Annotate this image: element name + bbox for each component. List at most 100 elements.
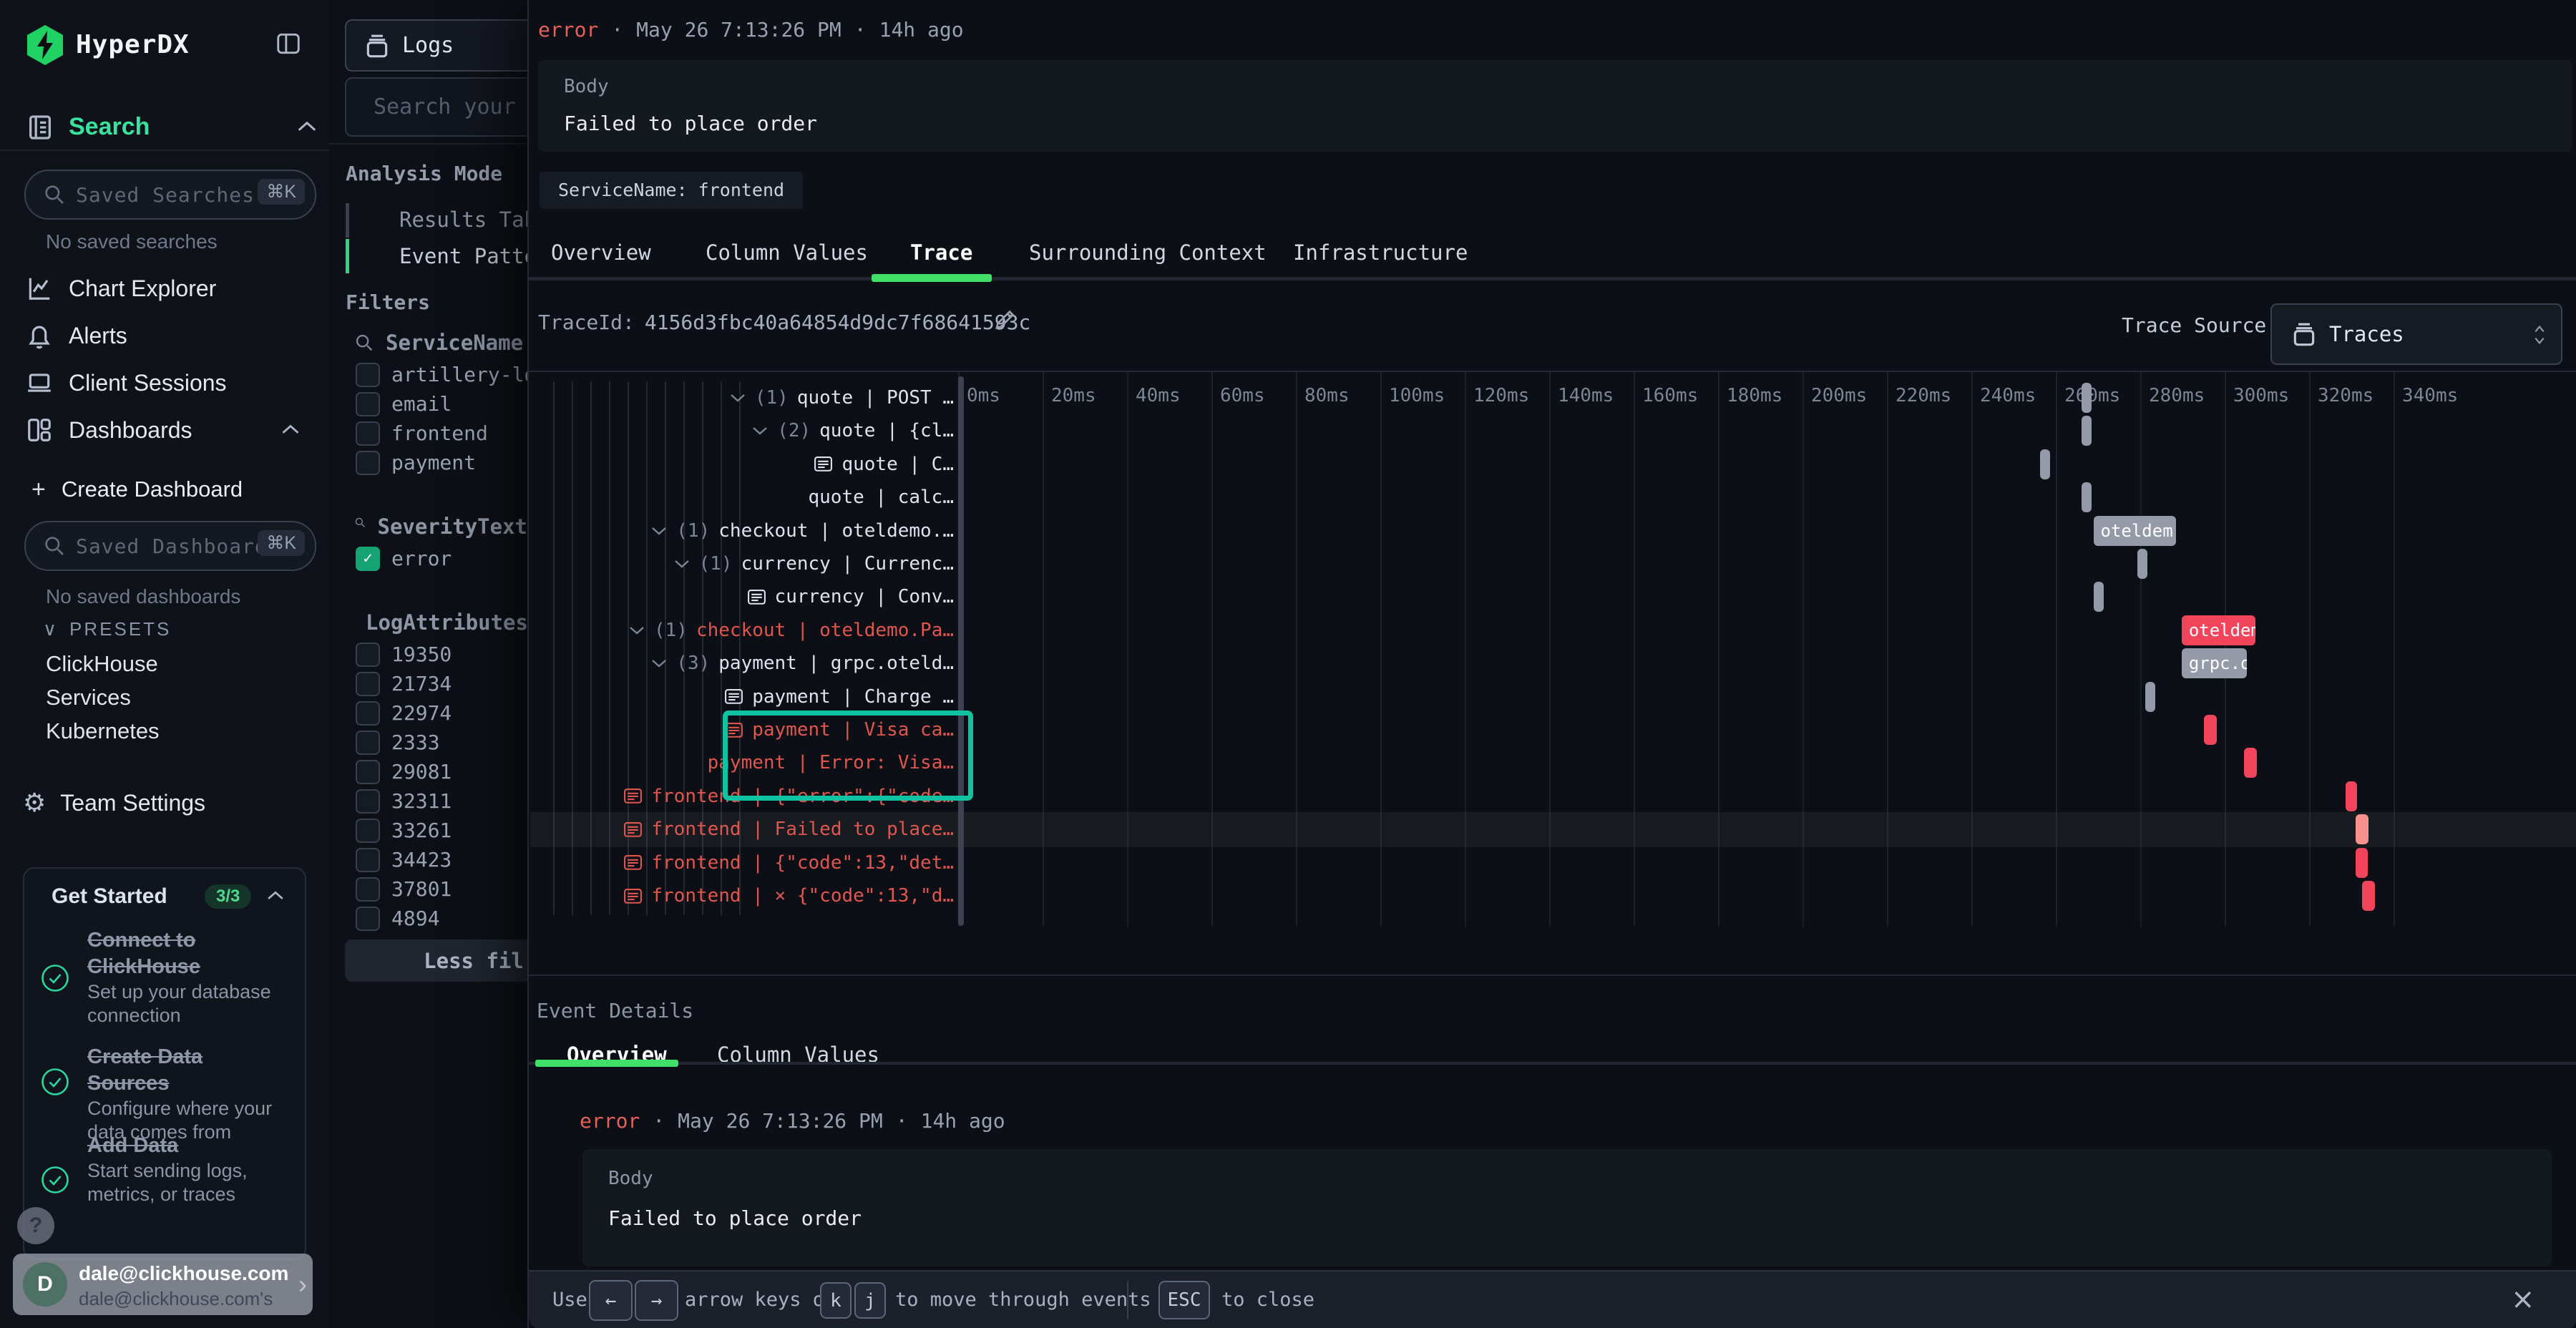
- span-bar[interactable]: oteldem: [2182, 615, 2255, 645]
- checkbox[interactable]: [356, 643, 380, 667]
- facet-item-37801[interactable]: 37801: [346, 874, 527, 904]
- checkbox[interactable]: [356, 421, 380, 446]
- facet-item-frontend[interactable]: frontend: [346, 419, 527, 448]
- sidebar-item-team-settings[interactable]: ⚙ Team Settings: [21, 781, 311, 824]
- event-details-tab-column-values[interactable]: Column Values: [717, 1043, 879, 1070]
- chevron-down-icon[interactable]: [729, 393, 746, 403]
- chevron-up-icon[interactable]: [296, 120, 318, 135]
- checkbox[interactable]: [356, 731, 380, 755]
- checkbox[interactable]: [356, 363, 380, 387]
- trace-tree-row[interactable]: frontend | {"code":13,"det…: [529, 846, 954, 879]
- facet-item-label: artillery-loa: [391, 363, 548, 386]
- tab-column-values[interactable]: Column Values: [706, 240, 868, 268]
- trace-tree-row[interactable]: frontend | × {"code":13,"d…: [529, 879, 954, 912]
- checkbox[interactable]: [356, 392, 380, 416]
- sidebar-item-client-sessions[interactable]: Client Sessions: [21, 359, 311, 406]
- facet-item-artillery-loa[interactable]: artillery-loa: [346, 360, 527, 389]
- trace-tree-row[interactable]: quote | calc…: [529, 481, 954, 514]
- trace-source-select[interactable]: Traces: [2270, 303, 2562, 365]
- chevron-down-icon[interactable]: [650, 658, 668, 668]
- span-bar[interactable]: [2204, 715, 2217, 745]
- span-bar[interactable]: [2082, 416, 2092, 446]
- trace-tree-row[interactable]: frontend | Failed to place…: [529, 813, 954, 846]
- span-bar[interactable]: oteldem: [2094, 516, 2176, 546]
- facet-item-19350[interactable]: 19350: [346, 640, 527, 669]
- facet-item-33261[interactable]: 33261: [346, 816, 527, 845]
- facet-group-header[interactable]: ServiceName: [346, 326, 527, 360]
- span-label: payment | Charge …: [752, 686, 954, 708]
- span-bar[interactable]: [2082, 482, 2092, 512]
- sidebar-collapse-icon[interactable]: [275, 30, 302, 57]
- preset-clickhouse[interactable]: ClickHouse: [46, 647, 303, 680]
- span-bar[interactable]: [2082, 383, 2092, 413]
- trace-tree-row[interactable]: (1)quote | POST …: [529, 381, 954, 414]
- tab-overview[interactable]: Overview: [551, 240, 651, 268]
- tab-infrastructure[interactable]: Infrastructure: [1293, 240, 1468, 268]
- trace-tree-row[interactable]: payment | Charge …: [529, 680, 954, 713]
- close-icon[interactable]: ×: [2511, 1283, 2535, 1316]
- trace-tree-row[interactable]: (1)checkout | oteldemo.Pa…: [529, 614, 954, 647]
- facet-group-header[interactable]: SeverityText: [346, 509, 527, 544]
- span-bar[interactable]: [2356, 814, 2368, 844]
- facet-item-4894[interactable]: 4894: [346, 904, 527, 933]
- tree-panel-scrollbar[interactable]: [958, 376, 964, 926]
- span-bar[interactable]: [2094, 582, 2104, 612]
- sidebar-item-alerts[interactable]: Alerts: [21, 312, 311, 359]
- span-bar[interactable]: [2137, 549, 2147, 579]
- presets-header[interactable]: ∨ PRESETS: [43, 618, 171, 640]
- saved-searches-input[interactable]: Saved Searches ⌘K: [24, 170, 316, 220]
- sidebar-item-dashboards[interactable]: Dashboards: [21, 406, 311, 454]
- tab-surrounding-context[interactable]: Surrounding Context: [1029, 240, 1267, 268]
- checkbox[interactable]: [356, 451, 380, 475]
- checkbox[interactable]: [356, 907, 380, 931]
- checkbox[interactable]: [356, 819, 380, 843]
- chevron-down-icon[interactable]: [650, 526, 668, 536]
- facet-item-29081[interactable]: 29081: [346, 757, 527, 786]
- trace-tree-row[interactable]: (1)checkout | oteldemo.…: [529, 514, 954, 547]
- span-bar[interactable]: [2356, 848, 2368, 878]
- span-bar[interactable]: [2244, 748, 2257, 778]
- facet-item-22974[interactable]: 22974: [346, 698, 527, 728]
- span-bar[interactable]: [2362, 881, 2375, 911]
- facet-group-header[interactable]: LogAttributes: [346, 605, 527, 640]
- trace-tree-row[interactable]: quote | C…: [529, 448, 954, 481]
- span-bar[interactable]: [2040, 449, 2050, 479]
- preset-services[interactable]: Services: [46, 680, 303, 714]
- facet-item-34423[interactable]: 34423: [346, 845, 527, 874]
- chevron-down-icon[interactable]: [628, 625, 645, 635]
- chevron-down-icon[interactable]: [751, 426, 769, 436]
- facet-item-email[interactable]: email: [346, 389, 527, 419]
- chevron-up-icon[interactable]: [266, 890, 285, 902]
- sidebar-item-chart-explorer[interactable]: Chart Explorer: [21, 265, 311, 312]
- facet-item-21734[interactable]: 21734: [346, 669, 527, 698]
- trace-tree-row[interactable]: (2)quote | {cl…: [529, 414, 954, 447]
- checkbox[interactable]: ✓: [356, 547, 380, 571]
- trace-tree-row[interactable]: currency | Conv…: [529, 580, 954, 613]
- span-bar[interactable]: grpc.o: [2182, 648, 2247, 678]
- preset-kubernetes[interactable]: Kubernetes: [46, 714, 303, 748]
- tab-trace[interactable]: Trace: [910, 240, 972, 268]
- service-name-chip[interactable]: ServiceName: frontend: [540, 172, 803, 209]
- checkbox[interactable]: [356, 672, 380, 696]
- checkbox[interactable]: [356, 789, 380, 814]
- create-dashboard-button[interactable]: + Create Dashboard: [31, 474, 243, 505]
- trace-tree-row[interactable]: (1)currency | Currenc…: [529, 547, 954, 580]
- event-relative-time: 14h ago: [921, 1109, 1005, 1133]
- span-bar[interactable]: [2145, 682, 2155, 712]
- user-menu[interactable]: D dale@clickhouse.com dale@clickhouse.co…: [13, 1254, 313, 1315]
- sidebar-item-search[interactable]: Search: [0, 107, 329, 150]
- checkbox[interactable]: [356, 848, 380, 872]
- facet-item-payment[interactable]: payment: [346, 448, 527, 477]
- facet-item-2333[interactable]: 2333: [346, 728, 527, 757]
- saved-dashboards-input[interactable]: Saved Dashboards ⌘K: [24, 521, 316, 571]
- trace-tree-row[interactable]: (3)payment | grpc.oteld…: [529, 647, 954, 680]
- checkbox[interactable]: [356, 760, 380, 784]
- chevron-down-icon[interactable]: [673, 559, 691, 569]
- span-bar[interactable]: [2346, 781, 2357, 811]
- edit-icon[interactable]: [992, 306, 1018, 332]
- facet-item-error[interactable]: ✓error: [346, 544, 527, 573]
- checkbox[interactable]: [356, 877, 380, 902]
- facet-item-32311[interactable]: 32311: [346, 786, 527, 816]
- help-button[interactable]: ?: [17, 1207, 54, 1244]
- checkbox[interactable]: [356, 701, 380, 726]
